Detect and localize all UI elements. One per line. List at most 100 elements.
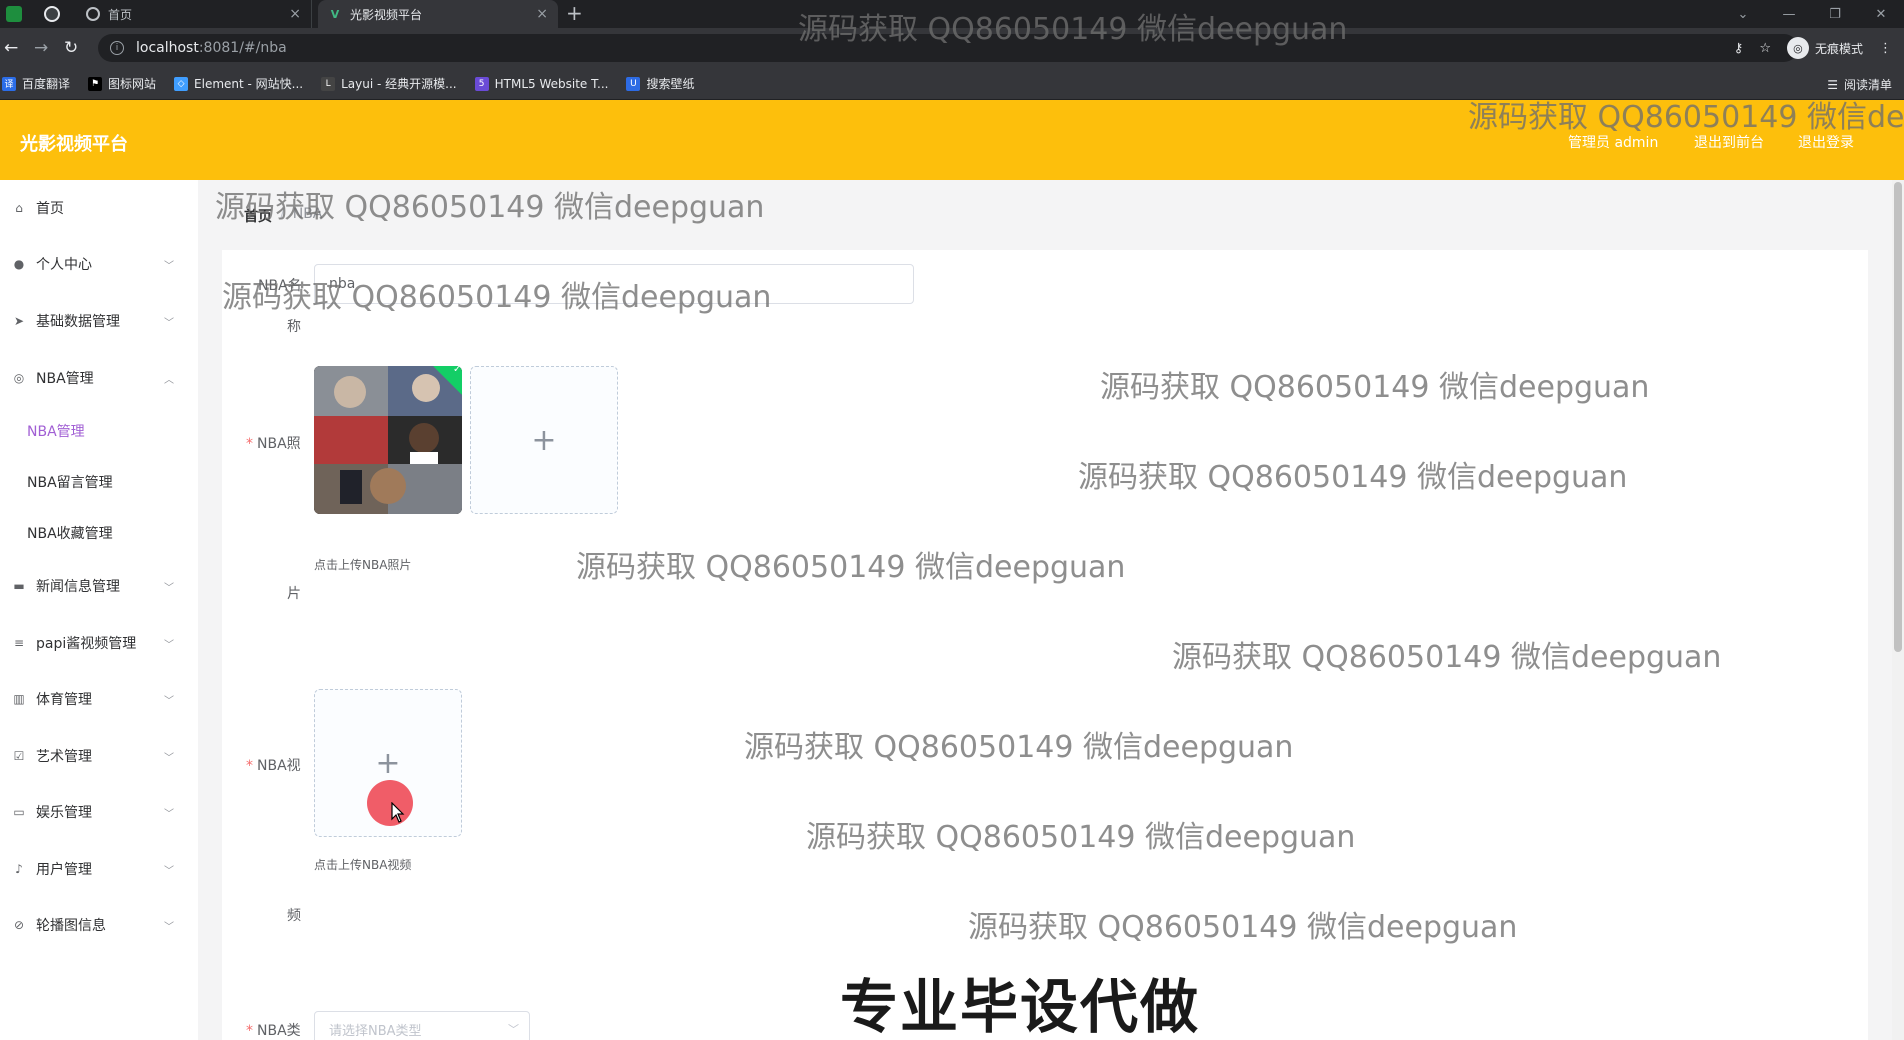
- brand-title: 光影视频平台: [20, 134, 128, 155]
- sidebar: ⌂ 首页 ● 个人中心 ﹀ ➤ 基础数据管理 ﹀ ◎ NBA管理 ︿ NBA管理 NBA留言管…: [0, 180, 198, 1040]
- name-label: NBA名: [258, 278, 302, 294]
- sidebar-item-news[interactable]: ▬ 新闻信息管理 ﹀: [0, 558, 198, 614]
- data-icon: ▥: [13, 692, 25, 706]
- logout-link[interactable]: 退出登录: [1798, 132, 1854, 152]
- minimize-icon[interactable]: —: [1766, 7, 1812, 22]
- photo-label: * NBA照: [246, 436, 301, 452]
- menu-icon: ≡: [13, 636, 25, 650]
- click-highlight: [367, 780, 413, 826]
- check-icon: ✓: [453, 366, 462, 376]
- photo-upload-button[interactable]: +: [470, 366, 618, 514]
- breadcrumb-home[interactable]: 首页: [244, 206, 272, 226]
- nba-type-select[interactable]: 请选择NBA类型 ﹀: [314, 1011, 530, 1040]
- chevron-down-icon: ﹀: [164, 639, 174, 651]
- nba-name-input[interactable]: nba: [314, 264, 914, 304]
- chevron-down-icon: ﹀: [164, 808, 174, 820]
- sidebar-item-art[interactable]: ☑ 艺术管理 ﹀: [0, 728, 198, 784]
- mouse-cursor-icon: [391, 802, 405, 823]
- incognito-icon: ◎: [1786, 37, 1809, 59]
- element-icon: ◇: [174, 76, 189, 91]
- sidebar-item-base-data[interactable]: ➤ 基础数据管理 ﹀: [0, 293, 198, 349]
- home-icon: ⌂: [15, 201, 23, 215]
- reading-list[interactable]: ☰ 阅读清单: [1827, 76, 1892, 93]
- browser-tab-platform[interactable]: V 光影视频平台 ×: [318, 0, 558, 28]
- info-icon[interactable]: i: [110, 41, 124, 55]
- breadcrumb-separator: /: [280, 206, 285, 222]
- nba-type-placeholder: 请选择NBA类型: [329, 1023, 422, 1039]
- layui-icon: L: [321, 76, 336, 91]
- uploaded-photo-thumbnail[interactable]: ✓: [314, 366, 462, 514]
- scrollbar-thumb[interactable]: [1894, 182, 1902, 652]
- chevron-down-icon: ﹀: [508, 1023, 519, 1036]
- url-input[interactable]: i localhost:8081/#/nba: [98, 34, 1798, 62]
- chevron-down-icon: ﹀: [164, 582, 174, 594]
- close-icon[interactable]: ×: [536, 6, 548, 22]
- new-tab-button[interactable]: +: [566, 2, 583, 24]
- restore-icon[interactable]: ❐: [1812, 7, 1858, 22]
- name-label-cont: 称: [287, 319, 301, 335]
- chat-icon: ▭: [13, 805, 25, 819]
- photo-upload-tip: 点击上传NBA照片: [314, 558, 412, 572]
- chevron-down-icon: ﹀: [164, 921, 174, 933]
- chevron-down-icon: ﹀: [164, 317, 174, 329]
- checked-icon: ☑: [13, 749, 25, 763]
- sidebar-item-users[interactable]: ♪ 用户管理 ﹀: [0, 841, 198, 897]
- key-icon[interactable]: ⚷: [1734, 41, 1744, 56]
- bookmark-item[interactable]: 译百度翻译: [2, 75, 70, 92]
- close-window-icon[interactable]: ✕: [1858, 7, 1904, 22]
- sidebar-item-profile[interactable]: ● 个人中心 ﹀: [0, 236, 198, 292]
- sidebar-item-sports[interactable]: ▥ 体育管理 ﹀: [0, 671, 198, 727]
- chevron-down-icon: ﹀: [164, 865, 174, 877]
- bookmark-item[interactable]: ◇ Element - 网站快...: [174, 75, 303, 92]
- back-to-front-link[interactable]: 退出到前台: [1694, 132, 1764, 152]
- breadcrumb-current: NBA: [292, 206, 323, 222]
- promo-caption: 专业毕设代做: [839, 972, 1201, 1040]
- sidebar-item-home[interactable]: ⌂ 首页: [0, 180, 198, 236]
- bookmark-item[interactable]: 5 HTML5 Website T...: [474, 76, 608, 91]
- more-icon[interactable]: ⋮: [1879, 41, 1892, 56]
- video-label: * NBA视: [246, 758, 301, 774]
- admin-label: 管理员 admin: [1568, 135, 1659, 151]
- wallpaper-icon: U: [626, 76, 641, 91]
- compass-icon: ⊘: [13, 918, 25, 932]
- browser-icon[interactable]: [44, 6, 60, 22]
- bookmark-item[interactable]: U 搜索壁纸: [626, 75, 694, 92]
- breadcrumb: 首页 / NBA: [244, 206, 322, 226]
- chevron-down-icon: ﹀: [164, 695, 174, 707]
- video-upload-tip: 点击上传NBA视频: [314, 858, 412, 872]
- sidebar-item-papi[interactable]: ≡ papi酱视频管理 ﹀: [0, 615, 198, 671]
- scrollbar[interactable]: [1892, 180, 1904, 1040]
- send-icon: ➤: [13, 314, 25, 328]
- browser-tab-bar: 首页 × V 光影视频平台 × + ⌄ — ❐ ✕: [0, 0, 1904, 28]
- reading-list-icon: ☰: [1827, 77, 1838, 92]
- sidebar-item-carousel[interactable]: ⊘ 轮播图信息 ﹀: [0, 897, 198, 953]
- sidebar-item-nba[interactable]: ◎ NBA管理 ︿: [0, 350, 198, 406]
- star-icon[interactable]: ☆: [1759, 41, 1771, 56]
- globe-icon: [86, 7, 100, 21]
- vue-icon: V: [330, 7, 340, 21]
- submenu-nba-favorites[interactable]: NBA收藏管理: [0, 508, 198, 558]
- incognito-indicator[interactable]: ◎ 无痕模式: [1786, 37, 1863, 59]
- bookmark-item[interactable]: ⚑ 图标网站: [88, 75, 156, 92]
- chevron-down-icon: ﹀: [164, 752, 174, 764]
- sidebar-item-entertainment[interactable]: ▭ 娱乐管理 ﹀: [0, 784, 198, 840]
- message-icon: ▬: [13, 579, 25, 593]
- submenu-nba-comments[interactable]: NBA留言管理: [0, 457, 198, 507]
- app-icon[interactable]: [6, 6, 22, 22]
- type-label: * NBA类: [246, 1023, 301, 1039]
- incognito-label: 无痕模式: [1814, 41, 1863, 56]
- chevron-up-icon: ︿: [164, 374, 174, 386]
- user-icon: ●: [13, 257, 25, 271]
- bookmark-item[interactable]: L Layui - 经典开源模...: [321, 75, 457, 92]
- chevron-down-icon[interactable]: ⌄: [1720, 7, 1766, 22]
- browser-tab-home[interactable]: 首页 ×: [76, 0, 312, 28]
- back-icon[interactable]: ←: [4, 38, 18, 58]
- submenu-nba-manage[interactable]: NBA管理: [0, 406, 198, 456]
- translate-icon: 译: [2, 76, 16, 91]
- html5-icon: 5: [474, 76, 489, 91]
- close-icon[interactable]: ×: [289, 6, 301, 22]
- forward-icon[interactable]: →: [34, 38, 48, 58]
- reload-icon[interactable]: ↻: [64, 38, 78, 58]
- basketball-icon: ◎: [13, 371, 25, 385]
- form-card: [222, 250, 1868, 1040]
